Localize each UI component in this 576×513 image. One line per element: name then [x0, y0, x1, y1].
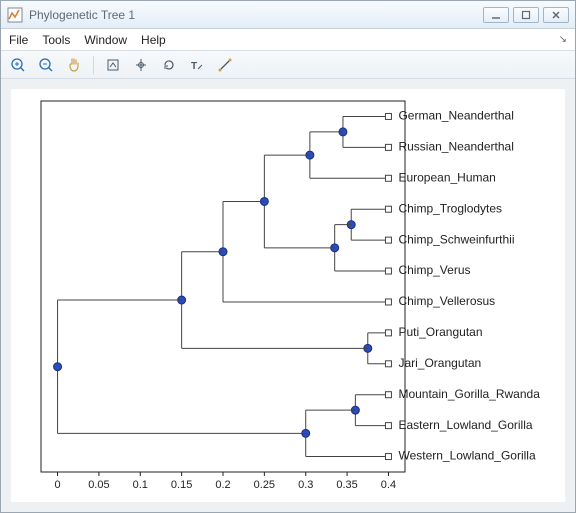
app-window: Phylogenetic Tree 1 File Tools Window He…: [0, 0, 576, 513]
x-tick-label: 0.25: [254, 479, 275, 491]
minimize-button[interactable]: [483, 7, 509, 23]
toolbar-separator: [93, 56, 94, 74]
x-tick-label: 0.4: [381, 479, 396, 491]
leaf-label: Chimp_Troglodytes: [398, 201, 502, 215]
leaf-marker[interactable]: [385, 361, 391, 367]
dendrogram-plot[interactable]: 0 0.05 0.1 0.15 0.2 0.25 0.3 0.35 0.4 German_Nean…: [11, 89, 565, 502]
figure[interactable]: 0 0.05 0.1 0.15 0.2 0.25 0.3 0.35 0.4 German_Nean…: [11, 89, 565, 502]
zoom-out-button[interactable]: [35, 54, 57, 76]
leaf-marker[interactable]: [385, 237, 391, 243]
x-tick-label: 0.15: [171, 479, 192, 491]
leaf-marker[interactable]: [385, 392, 391, 398]
leaf-label: Jari_Orangutan: [398, 356, 481, 370]
menu-tools[interactable]: Tools: [42, 33, 70, 47]
window-title: Phylogenetic Tree 1: [29, 8, 483, 22]
x-tick-label: 0.2: [215, 479, 230, 491]
x-tick-label: 0.05: [88, 479, 109, 491]
leaf-label: European_Human: [398, 170, 495, 184]
menu-file[interactable]: File: [9, 33, 28, 47]
x-tick-label: 0.1: [133, 479, 148, 491]
x-tick-label: 0.35: [336, 479, 357, 491]
inspect-button[interactable]: [102, 54, 124, 76]
rotate-button[interactable]: [158, 54, 180, 76]
leaf-label: Eastern_Lowland_Gorilla: [398, 418, 532, 432]
leaf-label: Chimp_Vellerosus: [398, 294, 495, 308]
rename-button[interactable]: T: [186, 54, 208, 76]
x-tick-label: 0: [54, 479, 60, 491]
leaf-label: German_Neanderthal: [398, 109, 513, 123]
window-buttons: [483, 7, 569, 23]
leaf-label: Russian_Neanderthal: [398, 140, 513, 154]
toolbar: T: [1, 51, 575, 79]
leaf-label: Chimp_Verus: [398, 263, 470, 277]
menu-overflow-icon[interactable]: ↘: [559, 34, 567, 45]
prune-button[interactable]: [214, 54, 236, 76]
leaf-marker[interactable]: [385, 144, 391, 150]
menu-window[interactable]: Window: [84, 33, 127, 47]
pan-button[interactable]: [63, 54, 85, 76]
titlebar[interactable]: Phylogenetic Tree 1: [1, 1, 575, 29]
leaf-marker[interactable]: [385, 330, 391, 336]
leaf-marker[interactable]: [385, 113, 391, 119]
collapse-button[interactable]: [130, 54, 152, 76]
menubar: File Tools Window Help ↘: [1, 29, 575, 51]
leaf-marker[interactable]: [385, 268, 391, 274]
leaf-marker[interactable]: [385, 299, 391, 305]
menu-help[interactable]: Help: [141, 33, 166, 47]
leaf-label: Western_Lowland_Gorilla: [398, 449, 536, 463]
maximize-button[interactable]: [513, 7, 539, 23]
leaf-marker[interactable]: [385, 454, 391, 460]
leaf-label: Puti_Orangutan: [398, 325, 482, 339]
app-icon: [7, 7, 23, 23]
canvas-area: 0 0.05 0.1 0.15 0.2 0.25 0.3 0.35 0.4 German_Nean…: [1, 79, 575, 512]
internal-node[interactable]: [54, 363, 62, 371]
leaf-label: Mountain_Gorilla_Rwanda: [398, 387, 540, 401]
leaf-marker[interactable]: [385, 206, 391, 212]
x-tick-label: 0.3: [298, 479, 313, 491]
zoom-in-button[interactable]: [7, 54, 29, 76]
svg-text:T: T: [191, 61, 197, 72]
leaf-marker[interactable]: [385, 175, 391, 181]
close-button[interactable]: [543, 7, 569, 23]
leaf-marker[interactable]: [385, 423, 391, 429]
leaf-label: Chimp_Schweinfurthii: [398, 232, 514, 246]
